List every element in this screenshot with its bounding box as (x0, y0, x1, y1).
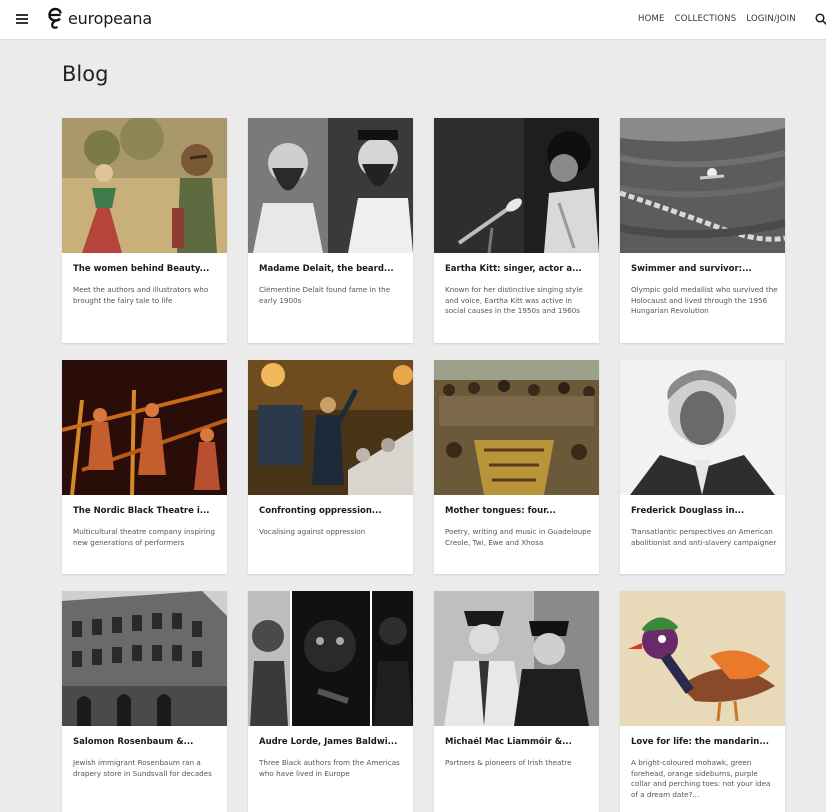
blog-card[interactable]: Salomon Rosenbaum &... Jewish immigrant … (62, 591, 227, 812)
bearded-portrait-icon (248, 118, 413, 253)
blog-card[interactable]: Frederick Douglass in... Transatlantic p… (620, 360, 785, 574)
page-title: Blog (62, 62, 109, 86)
card-title[interactable]: Swimmer and survivor:... (631, 264, 779, 274)
building-facade-icon (62, 591, 227, 726)
card-title[interactable]: The Nordic Black Theatre i... (73, 506, 221, 516)
card-title[interactable]: Love for life: the mandarin... (631, 737, 779, 747)
card-description: Meet the authors and illustrators who br… (73, 285, 209, 305)
card-description: Clémentine Delait found fame in the earl… (259, 285, 391, 305)
card-description: Partners & pioneers of Irish theatre (445, 758, 572, 767)
card-title[interactable]: Michaél Mac Liammóir &... (445, 737, 593, 747)
search-icon[interactable] (815, 13, 826, 25)
card-description: Known for her distinctive singing style … (445, 285, 583, 315)
blog-card[interactable]: Confronting oppression... Vocalising aga… (248, 360, 413, 574)
three-portraits-icon (248, 591, 413, 726)
card-description: A bright-coloured mohawk, green forehead… (631, 758, 771, 799)
card-title[interactable]: Frederick Douglass in... (631, 506, 779, 516)
card-description: Jewish immigrant Rosenbaum ran a drapery… (73, 758, 212, 778)
blog-card[interactable]: The Nordic Black Theatre i... Multicultu… (62, 360, 227, 574)
card-title[interactable]: Eartha Kitt: singer, actor a... (445, 264, 593, 274)
card-title[interactable]: Madame Delait, the beard... (259, 264, 407, 274)
mandarin-duck-icon (620, 591, 785, 726)
blog-card[interactable]: The women behind Beauty... Meet the auth… (62, 118, 227, 343)
card-title[interactable]: The women behind Beauty... (73, 264, 221, 274)
europeana-logo[interactable]: europeana (47, 7, 152, 29)
blog-card[interactable]: Love for life: the mandarin... A bright-… (620, 591, 785, 812)
card-title[interactable]: Confronting oppression... (259, 506, 407, 516)
blog-card[interactable]: Eartha Kitt: singer, actor a... Known fo… (434, 118, 599, 343)
main-nav: HOME COLLECTIONS LOGIN/JOIN (638, 14, 796, 24)
card-description: Transatlantic perspectives on American a… (631, 527, 777, 547)
microphone-portrait-icon (434, 118, 599, 253)
speaker-stage-icon (248, 360, 413, 495)
europeana-logo-icon (48, 7, 62, 29)
blog-card[interactable]: Mother tongues: four... Poetry, writing … (434, 360, 599, 574)
card-description: Multicultural theatre company inspiring … (73, 527, 215, 547)
nav-collections[interactable]: COLLECTIONS (675, 14, 737, 24)
illustration-icon (62, 118, 227, 253)
blog-card[interactable]: Madame Delait, the beard... Clémentine D… (248, 118, 413, 343)
card-title[interactable]: Audre Lorde, James Baldwi... (259, 737, 407, 747)
crowd-gathering-icon (434, 360, 599, 495)
blog-card[interactable]: Michaél Mac Liammóir &... Partners & pio… (434, 591, 599, 812)
theatre-performers-icon (62, 360, 227, 495)
nav-login-join[interactable]: LOGIN/JOIN (746, 14, 796, 24)
logo-text: europeana (68, 8, 152, 28)
card-title[interactable]: Mother tongues: four... (445, 506, 593, 516)
blog-card[interactable]: Audre Lorde, James Baldwi... Three Black… (248, 591, 413, 812)
two-men-portrait-icon (434, 591, 599, 726)
card-description: Three Black authors from the Americas wh… (259, 758, 400, 778)
card-description: Vocalising against oppression (259, 527, 366, 536)
swimming-pool-icon (620, 118, 785, 253)
card-title[interactable]: Salomon Rosenbaum &... (73, 737, 221, 747)
site-header: europeana HOME COLLECTIONS LOGIN/JOIN (0, 0, 826, 40)
engraved-portrait-icon (620, 360, 785, 495)
blog-card[interactable]: Swimmer and survivor:... Olympic gold me… (620, 118, 785, 343)
card-description: Olympic gold medallist who survived the … (631, 285, 778, 315)
card-description: Poetry, writing and music in Guadeloupe … (445, 527, 592, 547)
hamburger-menu-icon[interactable] (16, 14, 28, 24)
nav-home[interactable]: HOME (638, 14, 665, 24)
